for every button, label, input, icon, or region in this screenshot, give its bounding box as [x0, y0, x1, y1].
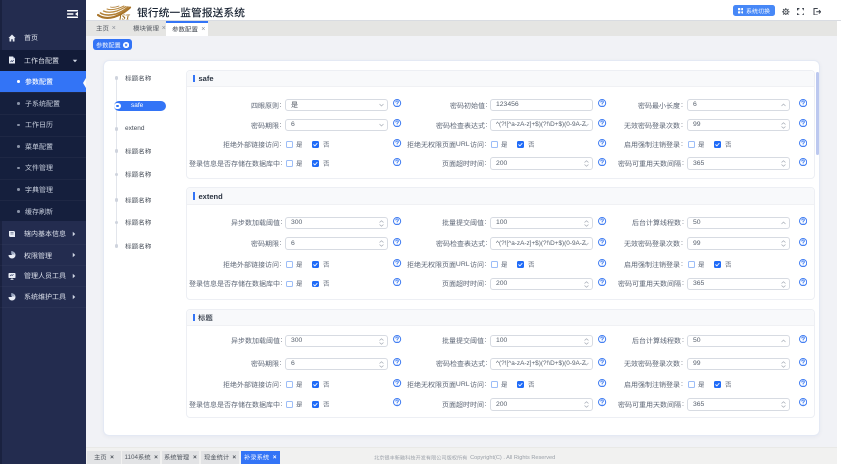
svg-text:IST: IST	[118, 13, 131, 20]
